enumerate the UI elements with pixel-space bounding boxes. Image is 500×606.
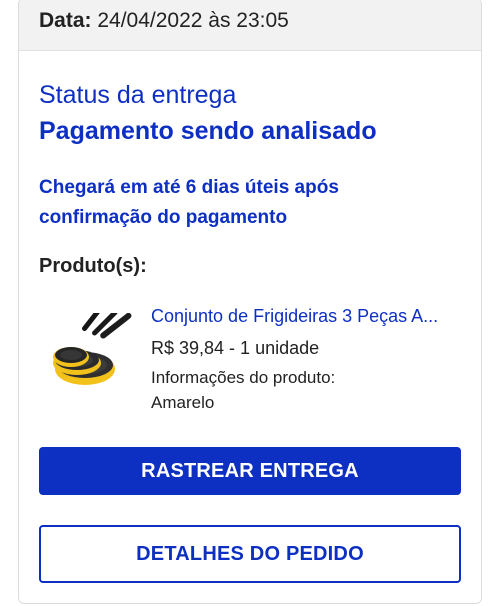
delivery-estimate-note: Chegará em até 6 dias úteis após confirm… [39,177,339,228]
order-date-label: Data: [39,9,92,32]
product-variant-value: Amarelo [151,393,215,412]
product-info-label: Informações do produto: [151,368,336,387]
track-delivery-button[interactable]: RASTREAR ENTREGA [39,447,461,495]
product-price-quantity: R$ 39,84 - 1 unidade [151,338,320,358]
product-name-link[interactable]: Conjunto de Frigideiras 3 Peças A... [151,303,463,329]
order-date-value: 24/04/2022 às 23:05 [97,9,289,32]
product-item[interactable]: Conjunto de Frigideiras 3 Peças A... R$ … [39,299,469,419]
order-details-button[interactable]: DETALHES DO PEDIDO [39,525,461,583]
products-label: Produto(s): [39,255,147,277]
order-date-header: Data: 24/04/2022 às 23:05 [19,0,481,51]
delivery-status-value: Pagamento sendo analisado [39,117,377,145]
frying-pans-image[interactable] [47,306,139,397]
delivery-status-title: Status da entrega [39,81,237,109]
order-card: Data: 24/04/2022 às 23:05 Status da entr… [18,0,482,604]
product-info: Conjunto de Frigideiras 3 Peças A... R$ … [151,303,469,415]
